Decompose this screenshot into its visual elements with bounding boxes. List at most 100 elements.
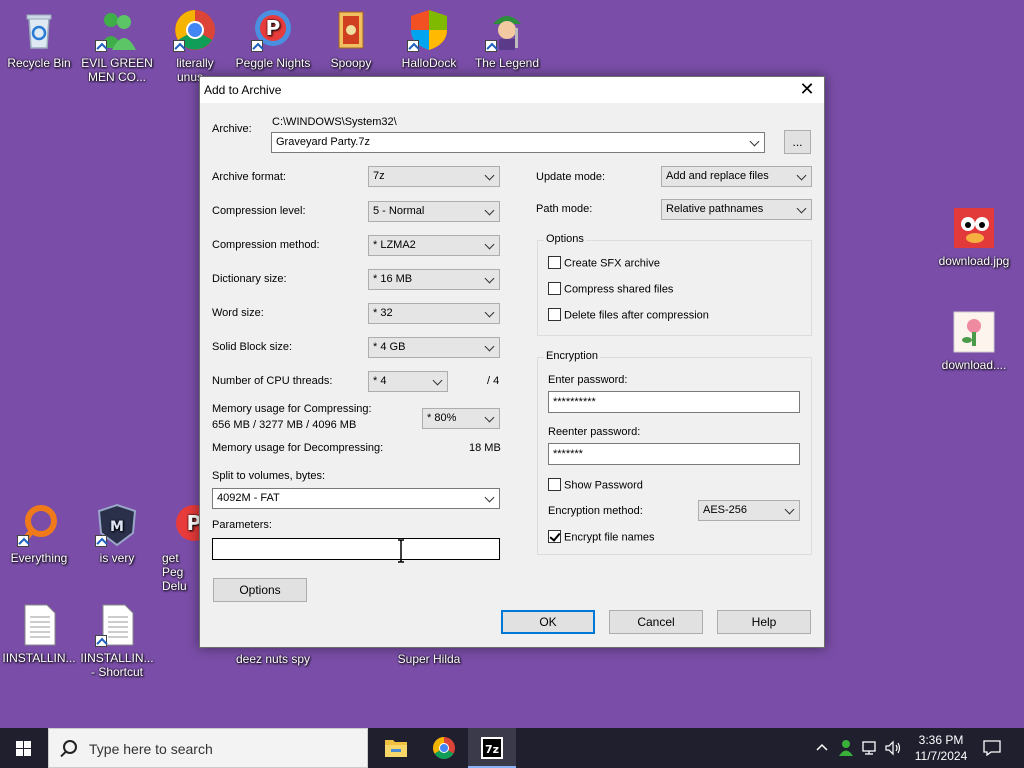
compression-level-select[interactable]: 5 - Normal: [368, 201, 500, 222]
desktop-icon-evil-green-men[interactable]: EVIL GREEN MEN CO...: [79, 8, 155, 84]
desktop-icon-peggle-nights[interactable]: P Peggle Nights: [235, 8, 311, 70]
archive-format-label: Archive format:: [212, 171, 286, 183]
archive-label: Archive:: [212, 123, 252, 135]
show-password-checkbox[interactable]: Show Password: [548, 478, 643, 493]
enter-password-input[interactable]: **********: [548, 391, 800, 413]
desktop-icon-spoopy[interactable]: Spoopy: [313, 8, 389, 70]
svg-text:7z: 7z: [485, 743, 499, 756]
chevron-up-icon[interactable]: [816, 742, 828, 754]
solid-block-select[interactable]: * 4 GB: [368, 337, 500, 358]
notification-icon[interactable]: [983, 740, 1001, 756]
user-tray-icon[interactable]: [838, 739, 854, 757]
browse-button[interactable]: ...: [784, 130, 811, 154]
compress-shared-checkbox[interactable]: Compress shared files: [548, 282, 673, 297]
chevron-down-icon[interactable]: [484, 409, 496, 428]
desktop-icon-label: get Peg Delu: [162, 551, 187, 593]
desktop-icon-chrome[interactable]: literally unus...: [157, 8, 233, 84]
compression-method-label: Compression method:: [212, 239, 320, 251]
spoopy-icon: [329, 8, 373, 52]
cancel-button[interactable]: Cancel: [609, 610, 703, 634]
chevron-down-icon[interactable]: [484, 489, 496, 508]
options-button[interactable]: Options: [213, 578, 307, 602]
options-group-label: Options: [544, 233, 586, 245]
parameters-input[interactable]: [212, 538, 500, 560]
ok-button[interactable]: OK: [501, 610, 595, 634]
character-icon: [485, 8, 529, 52]
path-mode-select[interactable]: Relative pathnames: [661, 199, 812, 220]
title-bar[interactable]: Add to Archive ✕: [200, 77, 824, 103]
chevron-down-icon[interactable]: [484, 338, 496, 357]
desktop-icon-get-peggle[interactable]: P get Peg Delu: [150, 503, 200, 593]
shortcut-arrow-icon: [95, 635, 107, 647]
archive-format-select[interactable]: 7z: [368, 166, 500, 187]
chevron-down-icon[interactable]: [432, 372, 444, 391]
desktop-icon-everything[interactable]: Everything: [1, 503, 77, 565]
enter-password-label: Enter password:: [548, 374, 628, 386]
compression-level-value: 5 - Normal: [373, 205, 425, 217]
checkbox-box[interactable]: [548, 478, 561, 491]
word-size-select[interactable]: * 32: [368, 303, 500, 324]
archive-name-combo[interactable]: Graveyard Party.7z: [271, 132, 765, 153]
add-to-archive-dialog: Add to Archive ✕ Archive: C:\WINDOWS\Sys…: [199, 76, 825, 648]
desktop-icon-is-very[interactable]: M is very: [79, 503, 155, 565]
desktop-icon-download-jpg[interactable]: download.jpg: [936, 206, 1012, 268]
shortcut-arrow-icon: [485, 40, 497, 52]
update-mode-select[interactable]: Add and replace files: [661, 166, 812, 187]
archive-format-value: 7z: [373, 170, 385, 182]
desktop-icon-the-legend[interactable]: The Legend: [469, 8, 545, 70]
checkbox-checked-box[interactable]: [548, 530, 561, 543]
close-icon[interactable]: ✕: [790, 77, 824, 103]
checkbox-box[interactable]: [548, 256, 561, 269]
chevron-down-icon[interactable]: [749, 133, 761, 152]
archive-name-value: Graveyard Party.7z: [276, 136, 370, 148]
start-button[interactable]: [0, 728, 48, 768]
mem-compress-select[interactable]: * 80%: [422, 408, 500, 429]
path-mode-label: Path mode:: [536, 203, 593, 215]
network-icon[interactable]: [862, 740, 878, 756]
taskbar-file-explorer[interactable]: [372, 728, 420, 768]
chrome-icon: [433, 737, 455, 759]
create-sfx-checkbox[interactable]: Create SFX archive: [548, 256, 660, 271]
chevron-down-icon[interactable]: [484, 167, 496, 186]
encryption-method-select[interactable]: AES-256: [698, 500, 800, 521]
desktop-icon-deez-nuts-spy[interactable]: deez nuts spy: [230, 652, 316, 666]
taskbar-7zip[interactable]: 7z: [468, 728, 516, 768]
split-combo[interactable]: 4092M - FAT: [212, 488, 500, 509]
checkbox-box[interactable]: [548, 308, 561, 321]
desktop-icon-super-hilda[interactable]: Super Hilda: [386, 652, 472, 666]
chevron-down-icon[interactable]: [796, 200, 808, 219]
chevron-down-icon[interactable]: [796, 167, 808, 186]
chevron-down-icon[interactable]: [484, 304, 496, 323]
chevron-down-icon[interactable]: [484, 270, 496, 289]
desktop-icon-hallodock[interactable]: HalloDock: [391, 8, 467, 70]
mem-decompress-label: Memory usage for Decompressing:: [212, 442, 384, 454]
reenter-password-input[interactable]: *******: [548, 443, 800, 465]
update-mode-label: Update mode:: [536, 171, 606, 183]
update-mode-value: Add and replace files: [666, 170, 769, 182]
compression-method-select[interactable]: * LZMA2: [368, 235, 500, 256]
search-icon: [63, 740, 77, 754]
desktop-icon-label: is very: [99, 551, 135, 565]
encryption-group-label: Encryption: [544, 350, 600, 362]
desktop-icon-installing[interactable]: IINSTALLIN...: [1, 603, 77, 665]
desktop-icon-download-2[interactable]: download....: [936, 310, 1012, 372]
volume-icon[interactable]: [884, 740, 902, 756]
chevron-down-icon[interactable]: [784, 501, 796, 520]
desktop-icon-installing-shortcut[interactable]: IINSTALLIN... - Shortcut: [79, 603, 155, 679]
compression-method-value: * LZMA2: [373, 239, 416, 251]
desktop-icon-label: deez nuts spy: [235, 652, 311, 666]
help-button[interactable]: Help: [717, 610, 811, 634]
taskbar-clock[interactable]: 3:36 PM 11/7/2024: [906, 732, 976, 764]
encrypt-names-checkbox[interactable]: Encrypt file names: [548, 530, 654, 545]
taskbar-search-box[interactable]: Type here to search: [48, 728, 368, 768]
chevron-down-icon[interactable]: [484, 202, 496, 221]
chevron-down-icon[interactable]: [484, 236, 496, 255]
delete-after-checkbox[interactable]: Delete files after compression: [548, 308, 709, 323]
desktop-icon-label: IINSTALLIN...: [2, 651, 76, 665]
cpu-threads-select[interactable]: * 4: [368, 371, 448, 392]
shortcut-arrow-icon: [17, 535, 29, 547]
desktop-icon-recycle-bin[interactable]: Recycle Bin: [1, 8, 77, 70]
dictionary-size-select[interactable]: * 16 MB: [368, 269, 500, 290]
taskbar-chrome[interactable]: [420, 728, 468, 768]
checkbox-box[interactable]: [548, 282, 561, 295]
